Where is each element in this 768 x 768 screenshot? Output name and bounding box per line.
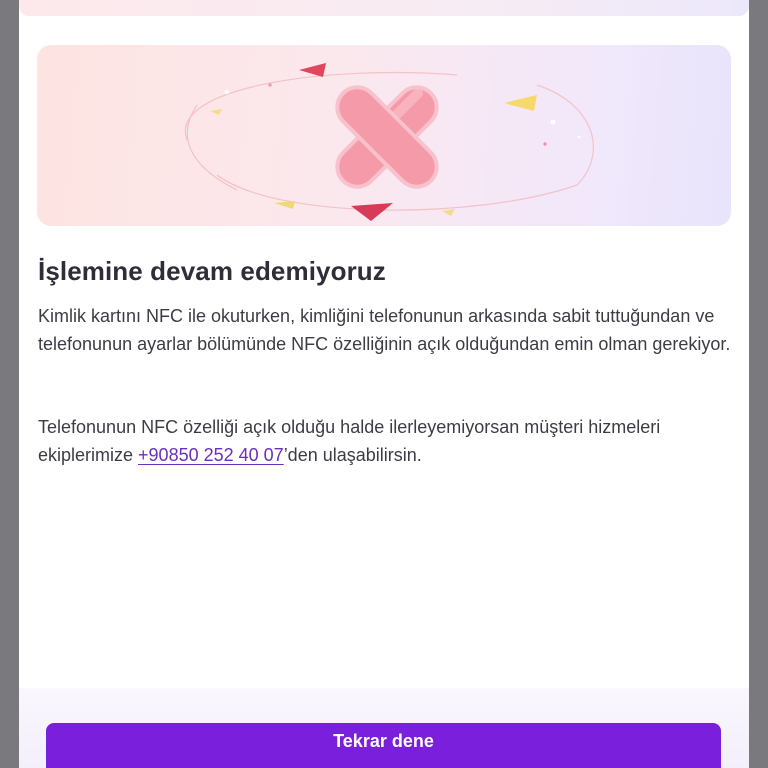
customer-support-text: Telefonunun NFC özelliği açık olduğu hal… bbox=[38, 413, 738, 469]
sparkle-dot bbox=[577, 135, 581, 139]
bottom-action-bar: Tekrar dene bbox=[19, 688, 749, 768]
triangle-yellow-left bbox=[274, 201, 295, 209]
error-screen: İşlemine devam edemiyoruz Kimlik kartını… bbox=[19, 0, 749, 768]
triangle-red-top bbox=[299, 63, 326, 77]
sparkle-dot bbox=[550, 119, 556, 125]
error-title: İşlemine devam edemiyoruz bbox=[38, 256, 386, 286]
retry-button[interactable]: Tekrar dene bbox=[46, 723, 721, 768]
error-illustration bbox=[37, 45, 731, 226]
triangle-yellow-right bbox=[504, 95, 537, 111]
nfc-instructions-text: Kimlik kartını NFC ile okuturken, kimliğ… bbox=[38, 306, 731, 354]
triangle-red-bottom bbox=[351, 203, 393, 221]
triangle-yellow-small bbox=[442, 209, 455, 216]
support-phone-link[interactable]: +90850 252 40 07 bbox=[138, 445, 284, 465]
sparkle-dot bbox=[543, 142, 547, 146]
support-text-outro: ’den ulaşabilirsin. bbox=[283, 445, 422, 465]
sparkle-dot bbox=[224, 89, 230, 95]
triangle-yellow-tiny bbox=[210, 109, 222, 115]
top-header-strip bbox=[19, 0, 749, 16]
sparkle-dot bbox=[268, 83, 272, 87]
